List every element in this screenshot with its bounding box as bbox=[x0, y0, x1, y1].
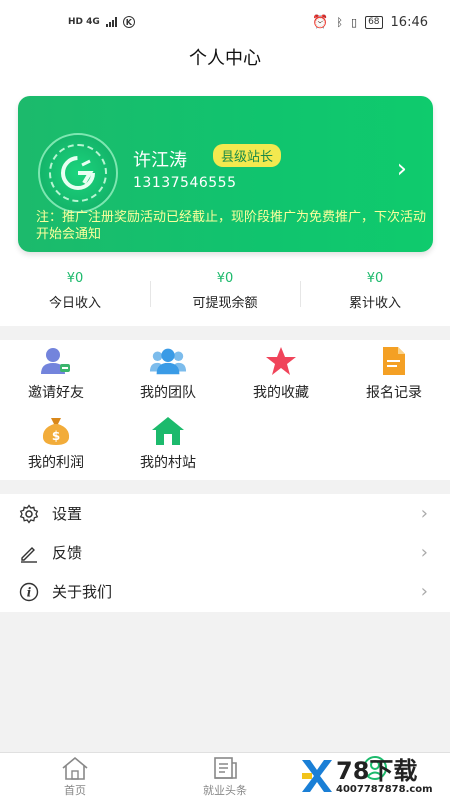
stat-label: 累计收入 bbox=[348, 296, 401, 311]
user-role-badge: 县级站长 bbox=[213, 144, 282, 167]
team-icon bbox=[149, 346, 187, 376]
house-icon bbox=[149, 416, 187, 446]
grid-label: 我的收藏 bbox=[253, 385, 309, 401]
svg-text:$: $ bbox=[52, 429, 60, 443]
money-bag-icon: $ bbox=[37, 416, 75, 446]
settings-menu: 设置 › 反馈 › i 关于我们 › bbox=[0, 494, 450, 611]
page-title: 个人中心 bbox=[189, 48, 261, 69]
home-icon bbox=[61, 755, 89, 781]
star-icon bbox=[262, 346, 300, 376]
info-icon: i bbox=[18, 581, 40, 603]
menu-label: 反馈 bbox=[52, 544, 83, 562]
section-divider bbox=[0, 480, 450, 494]
vibrate-icon: ▯ bbox=[351, 15, 358, 29]
menu-label: 关于我们 bbox=[52, 583, 113, 601]
grid-item-invite-friend[interactable]: 邀请好友 bbox=[0, 340, 112, 402]
stat-label: 今日收入 bbox=[48, 296, 101, 311]
grid-label: 我的村站 bbox=[140, 455, 196, 471]
chevron-right-icon: › bbox=[420, 581, 428, 602]
stat-value: ¥0 bbox=[366, 271, 384, 286]
grid-item-my-profit[interactable]: $ 我的利润 bbox=[0, 410, 112, 472]
user-phone: 13137546555 bbox=[133, 175, 237, 191]
status-time: 16:46 bbox=[390, 14, 428, 30]
invite-friend-icon bbox=[37, 346, 75, 376]
svg-text:i: i bbox=[27, 585, 32, 599]
watermark: 78下载 4007787878.com bbox=[298, 752, 448, 800]
menu-item-settings[interactable]: 设置 › bbox=[0, 494, 450, 533]
stat-label: 可提现余额 bbox=[192, 296, 258, 311]
empty-area bbox=[0, 612, 450, 752]
stat-value: ¥0 bbox=[66, 271, 84, 286]
status-left: HD 4G K bbox=[68, 16, 135, 28]
grid-label: 我的利润 bbox=[28, 455, 84, 471]
pencil-icon bbox=[18, 542, 40, 564]
stat-today-income[interactable]: ¥0 今日收入 bbox=[0, 265, 150, 321]
grid-item-my-favorites[interactable]: 我的收藏 bbox=[225, 340, 337, 402]
tab-label: 就业头条 bbox=[203, 784, 247, 797]
chevron-right-icon: › bbox=[420, 542, 428, 563]
stat-total-income[interactable]: ¥0 累计收入 bbox=[300, 265, 450, 321]
document-icon bbox=[375, 346, 413, 376]
watermark-url: 4007787878.com bbox=[336, 783, 433, 795]
grid-label: 邀请好友 bbox=[28, 385, 84, 401]
feature-grid: 邀请好友 我的团队 我的收藏 报名记录 $ 我的利润 我的村站 bbox=[0, 340, 450, 476]
stat-value: ¥0 bbox=[216, 271, 234, 286]
chevron-right-icon[interactable]: › bbox=[397, 154, 407, 184]
logo-g-icon bbox=[61, 156, 95, 190]
grid-label: 报名记录 bbox=[366, 385, 422, 401]
profile-card[interactable]: 许江涛 县级站长 13137546555 › 注：推广注册奖励活动已经截止，现阶… bbox=[18, 96, 433, 252]
network-type: HD 4G bbox=[68, 17, 100, 27]
avatar bbox=[38, 133, 118, 213]
logo-icon bbox=[49, 144, 107, 202]
alarm-icon: ⏰ bbox=[312, 14, 329, 30]
section-divider bbox=[0, 326, 450, 340]
user-name: 许江涛 bbox=[133, 150, 187, 171]
promotion-note: 注：推广注册奖励活动已经截止，现阶段推广为免费推广，下次活动开始会通知 bbox=[36, 210, 427, 242]
grid-item-my-team[interactable]: 我的团队 bbox=[112, 340, 224, 402]
stat-withdrawable-balance[interactable]: ¥0 可提现余额 bbox=[150, 265, 300, 321]
gear-icon bbox=[18, 503, 40, 525]
watermark-x-icon bbox=[298, 756, 336, 796]
battery-icon: 68 bbox=[365, 15, 383, 29]
watermark-title: 78下载 bbox=[336, 756, 418, 785]
watermark-text-block: 78下载 4007787878.com bbox=[336, 758, 433, 795]
tab-label: 首页 bbox=[64, 784, 86, 797]
grid-item-registration-records[interactable]: 报名记录 bbox=[338, 340, 450, 402]
grid-label: 我的团队 bbox=[140, 385, 196, 401]
chevron-right-icon: › bbox=[420, 503, 428, 524]
tab-job-headlines[interactable]: 就业头条 bbox=[150, 753, 300, 800]
status-bar: HD 4G K ⏰ ᛒ ▯ 68 16:46 bbox=[0, 0, 450, 44]
grid-item-my-village-station[interactable]: 我的村站 bbox=[112, 410, 224, 472]
menu-item-feedback[interactable]: 反馈 › bbox=[0, 533, 450, 572]
menu-item-about-us[interactable]: i 关于我们 › bbox=[0, 572, 450, 611]
menu-label: 设置 bbox=[52, 505, 83, 523]
earnings-stats: ¥0 今日收入 ¥0 可提现余额 ¥0 累计收入 bbox=[0, 265, 450, 321]
signal-icon bbox=[105, 17, 117, 27]
tab-home[interactable]: 首页 bbox=[0, 753, 150, 800]
status-right: ⏰ ᛒ ▯ 68 16:46 bbox=[312, 15, 428, 30]
bluetooth-icon: ᛒ bbox=[336, 15, 344, 29]
news-icon bbox=[211, 755, 239, 781]
k-icon: K bbox=[122, 16, 135, 28]
